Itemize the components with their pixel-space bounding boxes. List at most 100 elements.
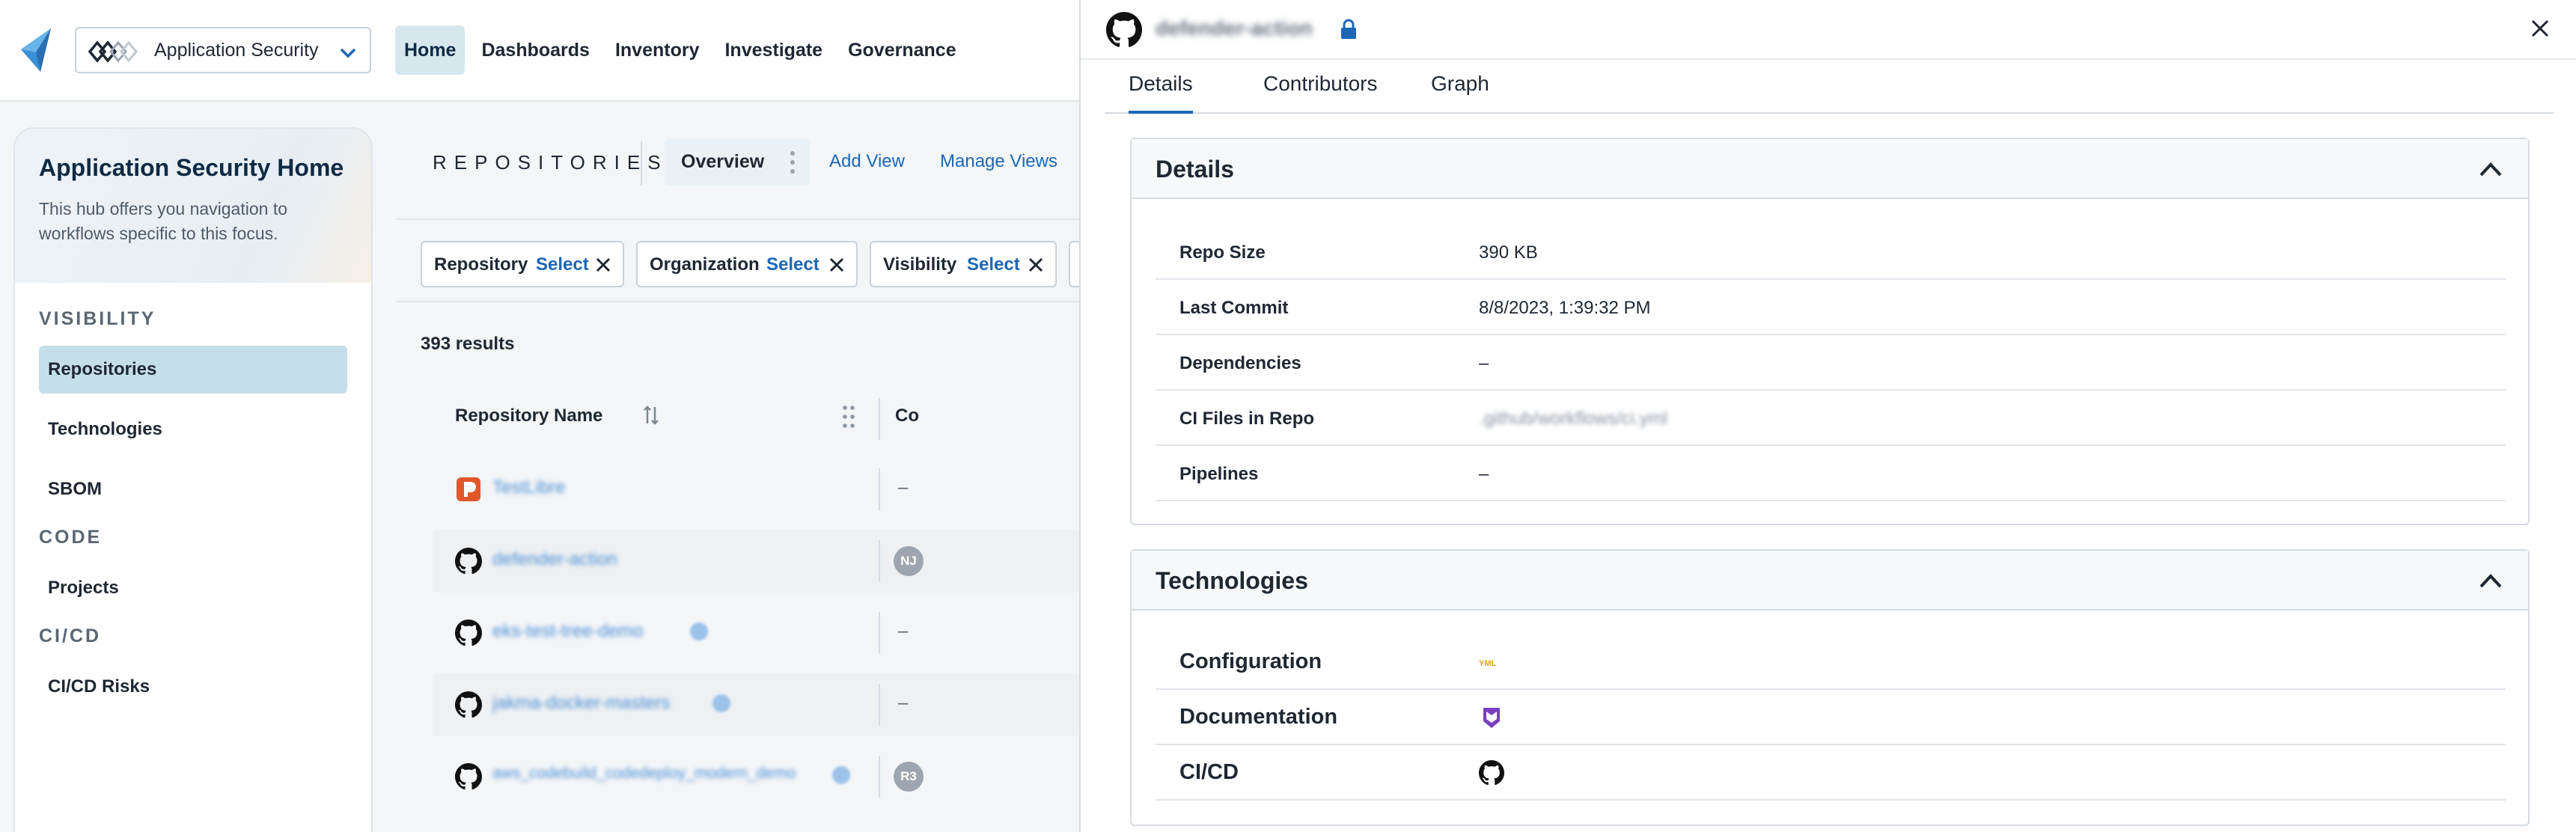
repo-name-link[interactable]: TestLibre	[492, 477, 565, 498]
column-divider	[879, 398, 880, 440]
detail-value: –	[1479, 464, 1489, 484]
detail-row-repo-size: Repo Size 390 KB	[1156, 224, 2506, 280]
column-repository-name[interactable]: Repository Name	[455, 406, 602, 426]
filter-key: Repository	[434, 254, 528, 275]
filter-visibility[interactable]: Visibility Select	[870, 241, 1057, 287]
nav-home[interactable]: Home	[395, 25, 466, 75]
technologies-heading: Technologies	[1156, 567, 1308, 594]
application-selector[interactable]: Application Security	[75, 27, 371, 73]
sidebar-hero: Application Security Home This hub offer…	[15, 129, 371, 283]
app-chain-icon	[88, 40, 138, 63]
nav-inventory[interactable]: Inventory	[606, 25, 709, 75]
tab-contributors[interactable]: Contributors	[1263, 72, 1378, 114]
table-row[interactable]: aws_codebuild_codedeploy_modern_demo R3	[433, 745, 1079, 808]
sidebar-item-projects[interactable]: Projects	[39, 564, 347, 612]
product-logo-icon[interactable]	[16, 27, 55, 73]
sidebar-description: This hub offers you navigation to workfl…	[39, 199, 288, 243]
repo-name-link[interactable]: jakma-docker-masters	[492, 693, 670, 714]
repository-detail-drawer: defender-action Details Contributors Gra…	[1079, 0, 2576, 832]
chevron-up-icon[interactable]	[2479, 572, 2503, 590]
detail-row-last-commit: Last Commit 8/8/2023, 1:39:32 PM	[1156, 280, 2506, 335]
tech-row-documentation: Documentation	[1156, 690, 2506, 745]
detail-key: Pipelines	[1179, 464, 1259, 484]
close-icon[interactable]	[1027, 256, 1045, 274]
column-divider	[879, 684, 880, 726]
filter-organization[interactable]: Organization Select	[636, 241, 858, 287]
svg-text:YML: YML	[1479, 659, 1497, 668]
tech-row-cicd: CI/CD	[1156, 745, 2506, 801]
results-count: 393 results	[421, 334, 515, 354]
github-icon	[1106, 12, 1142, 47]
section-code: CODE	[39, 527, 103, 548]
column-divider	[879, 468, 880, 510]
table-row[interactable]: eks-test-tree-demo –	[433, 602, 1079, 664]
github-icon	[1479, 760, 1504, 786]
filter-key: Visibility	[883, 254, 957, 275]
filter-repository[interactable]: Repository Select	[421, 241, 624, 287]
sidebar-item-sbom[interactable]: SBOM	[39, 465, 347, 513]
view-tab-label: Overview	[681, 151, 765, 172]
detail-value[interactable]: .github/workflows/ci.yml	[1479, 409, 1667, 429]
filter-value[interactable]: Select	[536, 254, 589, 275]
application-selector-label: Application Security	[154, 40, 319, 61]
repo-app-icon	[457, 477, 480, 501]
tech-key: Documentation	[1179, 705, 1338, 729]
details-panel: Details Repo Size 390 KB Last Commit 8/8…	[1130, 138, 2530, 525]
nav-dashboards[interactable]: Dashboards	[472, 25, 598, 75]
close-icon[interactable]	[828, 256, 846, 274]
repo-name-link[interactable]: defender-action	[492, 549, 617, 570]
sidebar-item-cicd-risks[interactable]: CI/CD Risks	[39, 663, 347, 711]
filter-value[interactable]: Select	[967, 254, 1020, 275]
chevron-up-icon[interactable]	[2479, 160, 2503, 178]
kebab-menu-icon[interactable]	[789, 150, 796, 175]
column-contributors[interactable]: Co	[895, 406, 919, 426]
contributors-cell: –	[898, 477, 909, 498]
column-divider	[879, 540, 880, 582]
sidebar-item-technologies[interactable]: Technologies	[39, 406, 347, 453]
table-header: Repository Name Co	[433, 389, 1079, 449]
detail-key: Repo Size	[1179, 242, 1266, 263]
detail-key: CI Files in Repo	[1179, 409, 1315, 429]
repo-name-link[interactable]: aws_codebuild_codedeploy_modern_demo	[492, 765, 796, 783]
table-row[interactable]: defender-action NJ	[433, 530, 1079, 593]
detail-value: 8/8/2023, 1:39:32 PM	[1479, 298, 1651, 318]
tab-details[interactable]: Details	[1129, 72, 1193, 114]
details-panel-header[interactable]: Details	[1132, 139, 2528, 199]
close-icon[interactable]	[2530, 18, 2551, 39]
technologies-panel: Technologies Configuration YML Documenta…	[1130, 549, 2530, 826]
table-row[interactable]: TestLibre –	[433, 458, 1079, 521]
table-row[interactable]: jakma-docker-masters –	[433, 673, 1079, 736]
repo-badge-icon	[712, 694, 730, 712]
yaml-icon: YML	[1479, 659, 1497, 668]
section-cicd: CI/CD	[39, 625, 102, 646]
drawer-header: defender-action	[1081, 0, 2576, 60]
filter-bar: Repository Select Organization Select Vi…	[397, 218, 1114, 302]
add-view-link[interactable]: Add View	[829, 151, 905, 172]
divider	[641, 141, 642, 186]
filter-value[interactable]: Select	[766, 254, 820, 275]
manage-views-link[interactable]: Manage Views	[940, 151, 1057, 172]
main-navigation: Home Dashboards Inventory Investigate Go…	[395, 25, 965, 75]
view-bar: REPOSITORIES Overview Add View Manage Vi…	[397, 127, 1079, 218]
tech-key: Configuration	[1179, 649, 1322, 673]
close-icon[interactable]	[594, 256, 612, 274]
tab-graph[interactable]: Graph	[1431, 72, 1489, 114]
github-icon	[455, 691, 482, 718]
github-icon	[455, 620, 482, 646]
repo-name-link[interactable]: eks-test-tree-demo	[492, 621, 643, 642]
github-icon	[455, 763, 482, 790]
filter-key: Organization	[650, 254, 760, 275]
nav-governance[interactable]: Governance	[839, 25, 965, 75]
repo-badge-icon	[832, 766, 850, 784]
nav-investigate[interactable]: Investigate	[715, 25, 831, 75]
top-navigation-bar: Application Security Home Dashboards Inv…	[0, 0, 1079, 102]
drag-handle-icon[interactable]	[841, 404, 856, 429]
repositories-main: REPOSITORIES Overview Add View Manage Vi…	[397, 127, 1114, 832]
sort-icon[interactable]	[642, 404, 660, 426]
technologies-panel-header[interactable]: Technologies	[1132, 551, 2528, 611]
detail-key: Dependencies	[1179, 353, 1301, 373]
view-tab-overview[interactable]: Overview	[665, 139, 810, 186]
detail-value: 390 KB	[1479, 242, 1538, 263]
sidebar-item-repositories[interactable]: Repositories	[39, 346, 347, 394]
page-kicker: REPOSITORIES	[433, 151, 668, 174]
